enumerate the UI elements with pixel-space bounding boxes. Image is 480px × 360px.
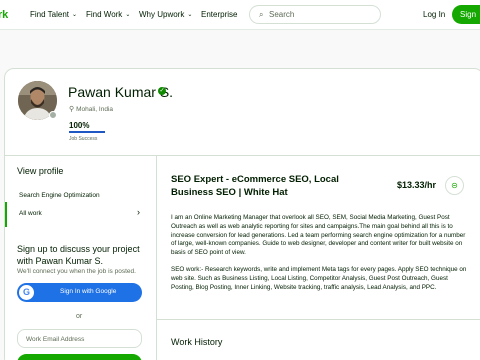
work-history-heading: Work History [171,337,223,347]
hourly-rate: $13.33/hr [397,180,437,190]
top-navigation: rk Find Talent⌄ Find Work⌄ Why Upwork⌄ E… [0,0,480,30]
google-signin-button[interactable]: G Sign In with Google [17,283,142,302]
search-placeholder: Search [269,10,295,19]
profile-card: Pawan Kumar S. ✓ ⚲ Mohali, India 100% Job… [4,68,480,360]
location: ⚲ Mohali, India [69,106,113,113]
search-icon: ⌕ [259,10,264,19]
upwork-logo[interactable]: rk [0,9,8,21]
divider [5,155,480,156]
job-success-label: Job Success [69,136,98,142]
verified-badge-icon: ✓ [158,87,166,95]
nav-why-upwork[interactable]: Why Upwork ⌄ [139,10,192,19]
divider [156,155,157,360]
view-profile-heading: View profile [17,166,64,176]
profile-title: SEO Expert - eCommerce SEO, Local Busine… [171,174,339,198]
chevron-down-icon: ⌄ [72,12,78,18]
chevron-down-icon: ⌄ [187,12,193,18]
sidebar-item-label: All work [19,210,42,217]
nav-find-talent[interactable]: Find Talent ⌄ [30,10,77,19]
search-input[interactable]: ⌕ Search [249,5,381,24]
link-icon: ⊝ [451,181,458,190]
profile-description: I am an Online Marketing Manager that ov… [171,214,469,301]
login-link[interactable]: Log In [423,10,445,19]
signup-button[interactable]: Sign [452,5,480,24]
job-success-value: 100% [69,121,90,130]
description-paragraph: SEO work:- Research keywords, write and … [171,266,467,292]
google-icon: G [19,285,34,300]
continue-button[interactable] [17,354,142,360]
signup-cta-subtitle: We'll connect you when the job is posted… [17,268,136,275]
divider [157,319,480,320]
job-success-bar [69,131,105,133]
signup-cta-title: Sign up to discuss your project with Paw… [17,244,140,266]
work-email-input[interactable]: Work Email Address [17,329,142,348]
chevron-down-icon: ⌄ [125,12,131,18]
sidebar-item-all-work[interactable]: All work › [5,202,156,227]
nav-enterprise[interactable]: Enterprise [201,10,237,19]
description-paragraph: I am an Online Marketing Manager that ov… [171,214,466,257]
online-status-indicator [49,111,57,119]
location-pin-icon: ⚲ [69,106,75,113]
nav-find-work[interactable]: Find Work ⌄ [86,10,130,19]
chevron-right-icon: › [137,207,140,217]
or-separator: or [76,313,83,320]
copy-link-button[interactable]: ⊝ [445,176,464,195]
sidebar-item-seo[interactable]: Search Engine Optimization [19,192,100,199]
